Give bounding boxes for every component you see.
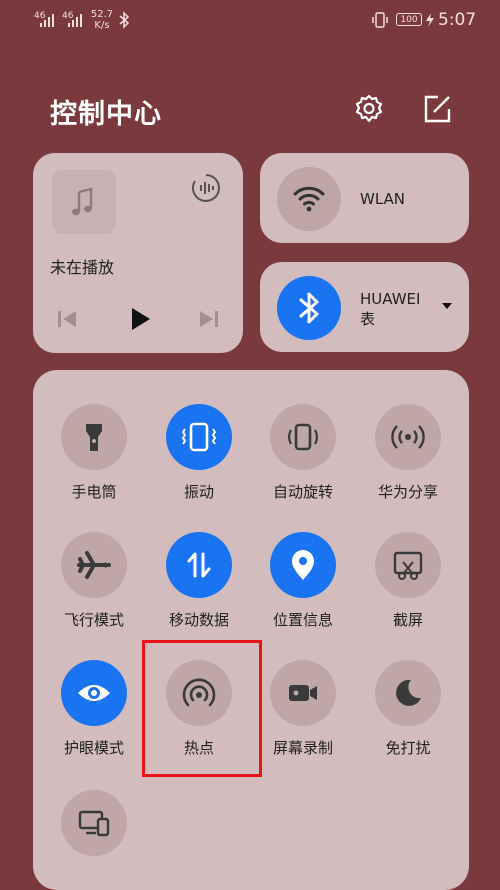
music-note-icon — [72, 187, 93, 216]
bluetooth-status-icon — [119, 11, 130, 29]
eye-comfort-icon — [78, 685, 110, 701]
tile-label: 飞行模式 — [63, 611, 124, 629]
do-not-disturb-icon — [396, 679, 421, 706]
vibrate-icon — [181, 422, 217, 452]
tile-label: 护眼模式 — [63, 739, 124, 757]
previous-track-icon[interactable] — [55, 307, 79, 331]
multi-screen-icon — [78, 810, 110, 837]
tile-eye-comfort[interactable] — [61, 660, 127, 726]
status-bar: 46 46 52.7 K/s 100 5:07 — [0, 0, 500, 40]
next-track-icon[interactable] — [197, 307, 221, 331]
tile-label: 截屏 — [392, 611, 423, 629]
settings-gear-icon[interactable] — [353, 93, 385, 125]
play-icon[interactable] — [126, 305, 154, 333]
mobile-data-icon — [187, 552, 211, 578]
tile-do-not-disturb[interactable] — [375, 660, 441, 726]
net-speed: 52.7 K/s — [89, 9, 115, 31]
tile-airplane[interactable] — [61, 532, 127, 598]
bluetooth-device: HUAWEI 表 — [360, 289, 420, 329]
auto-rotate-icon — [288, 423, 318, 451]
status-time: 5:07 — [438, 10, 477, 30]
net-speed-value: 52.7 — [90, 9, 114, 20]
location-icon — [292, 550, 314, 580]
tile-label: 位置信息 — [272, 611, 333, 629]
tile-multi-screen[interactable] — [61, 790, 127, 856]
battery-indicator: 100 — [396, 13, 422, 26]
bluetooth-toggle[interactable] — [277, 276, 341, 340]
tile-mobile-data[interactable] — [166, 532, 232, 598]
wifi-icon — [293, 186, 325, 212]
tile-label: 屏幕录制 — [272, 739, 333, 757]
cell-signal-1-icon — [40, 14, 54, 27]
wlan-label: WLAN — [360, 190, 406, 208]
wlan-toggle[interactable] — [277, 167, 341, 231]
flashlight-icon — [86, 424, 102, 451]
tile-screenshot[interactable] — [375, 532, 441, 598]
tile-screen-record[interactable] — [270, 660, 336, 726]
media-status-text: 未在播放 — [50, 258, 115, 277]
bluetooth-icon — [299, 292, 319, 324]
tile-label: 自动旋转 — [272, 483, 333, 501]
bluetooth-device-line1: HUAWEI — [360, 290, 421, 308]
tile-label: 振动 — [183, 483, 214, 501]
tile-auto-rotate[interactable] — [270, 404, 336, 470]
edit-icon[interactable] — [421, 93, 453, 125]
tile-label: 免打扰 — [385, 739, 431, 757]
charging-icon — [426, 13, 434, 27]
tile-label: 华为分享 — [377, 483, 438, 501]
hotspot-highlight-box — [142, 640, 262, 777]
cell-signal-2-icon — [68, 14, 82, 27]
audio-output-icon[interactable] — [190, 172, 222, 204]
tile-label: 手电筒 — [71, 483, 117, 501]
tile-label: 移动数据 — [168, 611, 229, 629]
huawei-share-icon — [391, 425, 425, 449]
page-title: 控制中心 — [50, 99, 162, 130]
chevron-down-icon[interactable] — [441, 301, 453, 311]
tile-flashlight[interactable] — [61, 404, 127, 470]
bluetooth-device-line2: 表 — [360, 310, 376, 328]
vibrate-status-icon — [372, 12, 388, 28]
tile-huawei-share[interactable] — [375, 404, 441, 470]
screen-record-icon — [289, 685, 317, 701]
airplane-icon — [77, 551, 111, 579]
screenshot-icon — [393, 551, 423, 580]
tile-vibrate[interactable] — [166, 404, 232, 470]
tile-location[interactable] — [270, 532, 336, 598]
album-art — [52, 170, 116, 234]
net-speed-unit: K/s — [94, 20, 110, 31]
